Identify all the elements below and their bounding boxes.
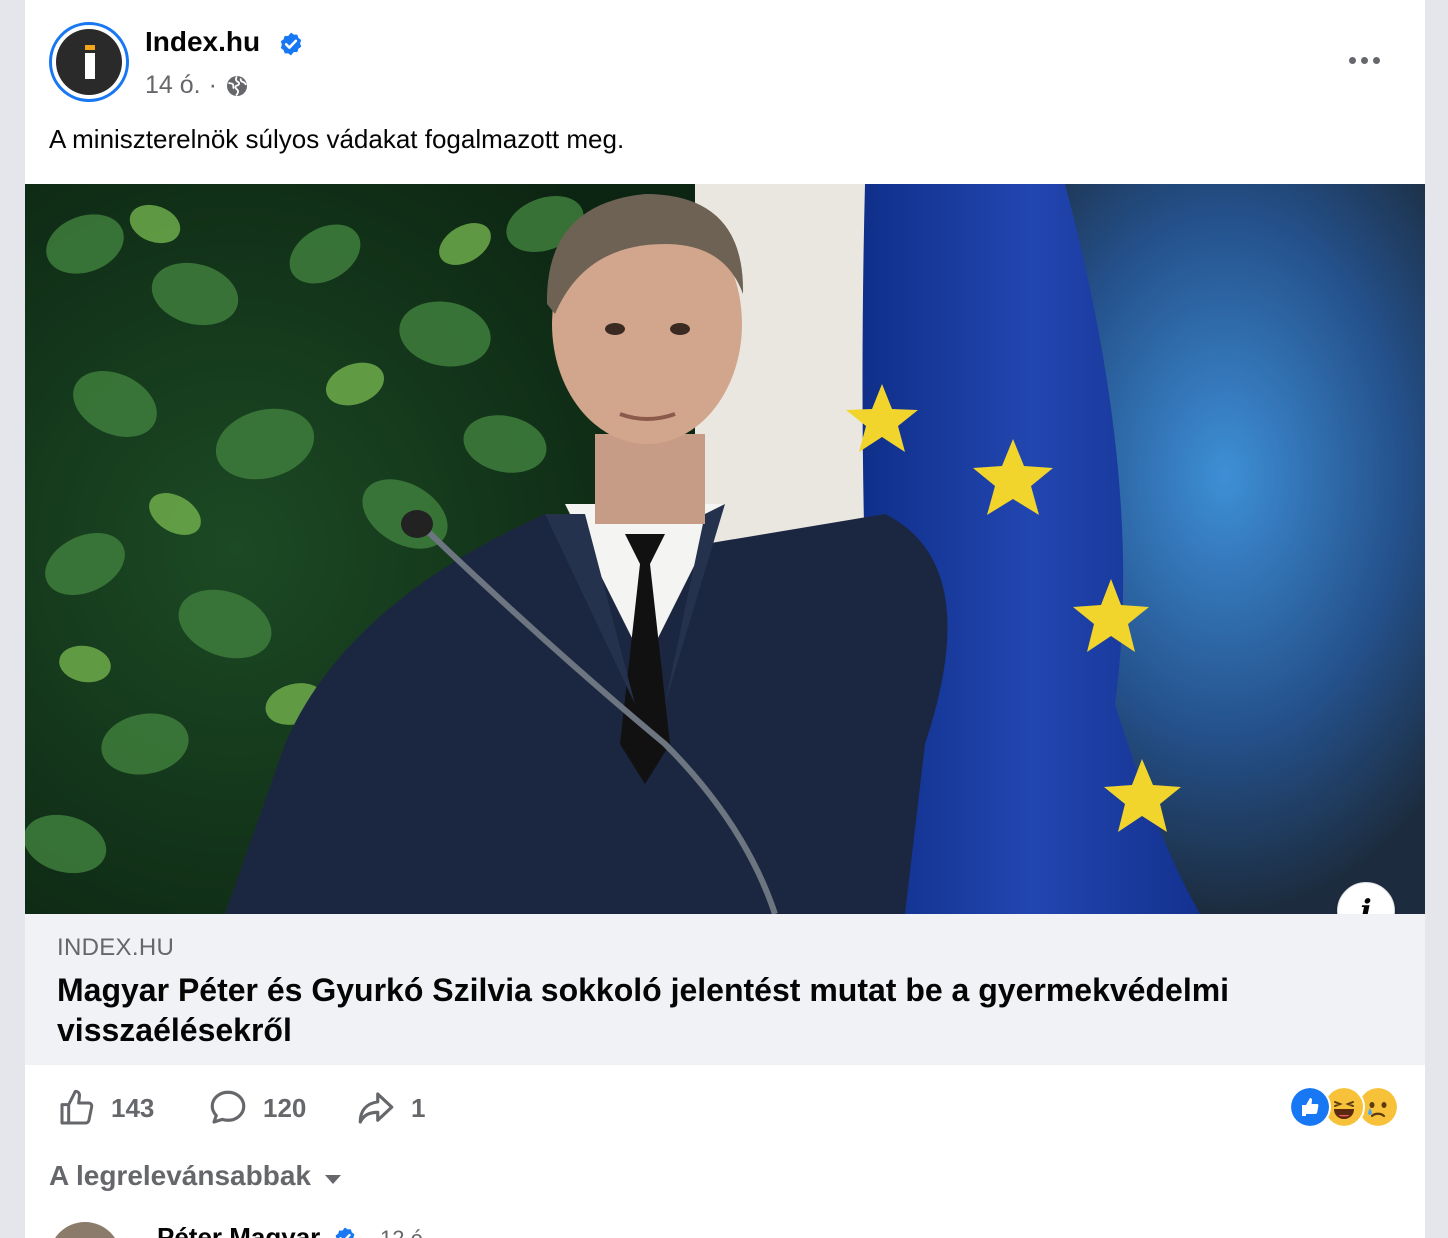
globe-icon[interactable] xyxy=(225,74,249,98)
comment-time[interactable]: 12 ó. xyxy=(380,1226,429,1238)
post-card: Index.hu 14 ó. · A miniszterelnök súlyos… xyxy=(25,0,1425,1238)
post-text: A miniszterelnök súlyos vádakat fogalmaz… xyxy=(49,124,625,154)
post-time[interactable]: 14 ó. xyxy=(145,71,201,100)
thumbs-up-icon xyxy=(60,1089,94,1125)
commenter-avatar[interactable] xyxy=(49,1222,121,1238)
link-preview-image[interactable] xyxy=(25,184,1425,914)
link-domain: INDEX.HU xyxy=(57,934,175,961)
link-title[interactable]: Magyar Péter és Gyurkó Szilvia sokkoló j… xyxy=(57,970,1317,1050)
index-logo xyxy=(56,29,122,95)
commenter-name[interactable]: Péter Magyar xyxy=(157,1222,320,1238)
share-arrow-icon xyxy=(358,1092,394,1124)
reaction-summary[interactable] xyxy=(1289,1086,1399,1128)
comment-count: 120 xyxy=(263,1092,307,1123)
comment-bubble-icon xyxy=(210,1090,246,1124)
dot-icon xyxy=(1372,56,1380,64)
page-name-link[interactable]: Index.hu xyxy=(145,26,260,58)
post-meta: 14 ó. · xyxy=(145,71,249,100)
link-preview-box[interactable]: INDEX.HU Magyar Péter és Gyurkó Szilvia … xyxy=(25,914,1425,1065)
dot-icon xyxy=(1348,56,1356,64)
verified-badge-icon xyxy=(280,32,302,56)
press-conference-photo xyxy=(25,184,1425,914)
share-count: 1 xyxy=(411,1092,426,1123)
like-button[interactable]: 143 xyxy=(57,1086,154,1130)
meta-separator: · xyxy=(208,71,217,99)
page-avatar[interactable] xyxy=(49,22,129,102)
comment-sort-dropdown[interactable]: A legrelevánsabbak xyxy=(49,1160,341,1192)
sort-label: A legrelevánsabbak xyxy=(49,1160,311,1191)
caret-down-icon xyxy=(324,1174,341,1184)
dot-icon xyxy=(1360,56,1368,64)
share-button[interactable]: 1 xyxy=(355,1086,425,1130)
more-options-button[interactable] xyxy=(1339,44,1389,76)
comment-button[interactable]: 120 xyxy=(207,1086,306,1130)
like-reaction-icon xyxy=(1289,1086,1331,1128)
like-count: 143 xyxy=(111,1092,155,1123)
verified-badge-icon xyxy=(335,1227,355,1238)
